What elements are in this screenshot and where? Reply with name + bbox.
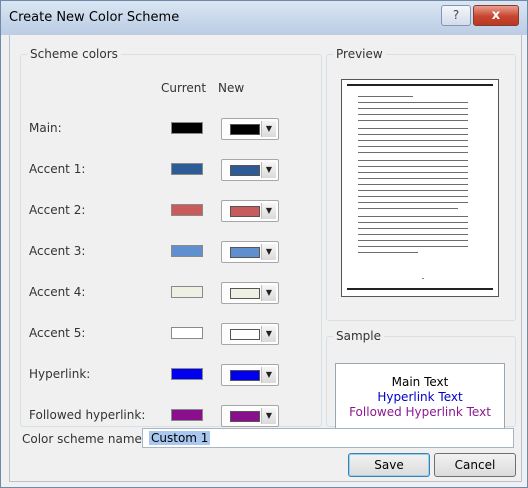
new-color-picker[interactable]: ▼ — [221, 364, 279, 386]
new-color-chip — [230, 329, 260, 340]
current-color-swatch — [171, 122, 203, 134]
cancel-button[interactable]: Cancel — [434, 453, 516, 477]
current-column-header: Current — [161, 81, 207, 95]
new-color-chip — [230, 165, 260, 176]
help-button[interactable]: ? — [441, 5, 471, 26]
sample-main-text: Main Text — [391, 375, 449, 389]
scheme-colors-group: Scheme colors Current New Main: ▼ Accent 1… — [20, 47, 322, 427]
chevron-down-icon[interactable]: ▼ — [261, 203, 276, 219]
preview-text-line — [358, 216, 468, 217]
preview-text-line — [358, 246, 468, 247]
preview-text-line — [358, 240, 468, 241]
color-row-label: Accent 2: — [29, 203, 86, 217]
sample-group: Sample Main Text Hyperlink Text Followed… — [326, 329, 516, 431]
current-color-swatch — [171, 286, 203, 298]
scheme-name-value: Custom 1 — [149, 431, 211, 445]
new-color-chip — [230, 288, 260, 299]
scheme-name-label: Color scheme name: — [22, 432, 146, 446]
preview-text-line — [358, 228, 468, 229]
preview-text-line — [358, 202, 468, 203]
preview-text-line — [358, 222, 468, 223]
new-color-chip — [230, 370, 260, 381]
page-footer-mark — [422, 278, 424, 279]
color-row-label: Accent 3: — [29, 244, 86, 258]
sample-followed-text: Followed Hyperlink Text — [349, 405, 491, 419]
preview-text-line — [358, 108, 468, 109]
new-color-chip — [230, 206, 260, 217]
preview-text-line — [358, 178, 468, 179]
chevron-down-icon[interactable]: ▼ — [261, 367, 276, 383]
preview-group: Preview — [326, 47, 516, 321]
current-color-swatch — [171, 245, 203, 257]
preview-text-line — [358, 252, 418, 253]
preview-text-line — [358, 196, 468, 197]
page-top-rule — [347, 84, 493, 86]
new-color-chip — [230, 124, 260, 135]
chevron-down-icon[interactable]: ▼ — [261, 244, 276, 260]
preview-text-line — [358, 190, 468, 191]
preview-text-line — [358, 140, 468, 141]
color-row-label: Main: — [29, 121, 62, 135]
color-row-label: Accent 4: — [29, 285, 86, 299]
sample-box: Main Text Hyperlink Text Followed Hyperl… — [335, 363, 505, 431]
sample-legend: Sample — [336, 329, 381, 343]
preview-text-line — [358, 134, 468, 135]
current-color-swatch — [171, 409, 203, 421]
save-button[interactable]: Save — [348, 453, 430, 477]
color-row-label: Followed hyperlink: — [29, 408, 146, 422]
chevron-down-icon[interactable]: ▼ — [261, 121, 276, 137]
new-color-picker[interactable]: ▼ — [221, 159, 279, 181]
chevron-down-icon[interactable]: ▼ — [261, 285, 276, 301]
current-color-swatch — [171, 368, 203, 380]
color-row-label: Accent 1: — [29, 162, 86, 176]
title-bar: Create New Color Scheme ? x — [1, 1, 527, 35]
new-color-picker[interactable]: ▼ — [221, 241, 279, 263]
preview-text-line — [358, 120, 468, 121]
preview-text-line — [358, 146, 468, 147]
current-color-swatch — [171, 327, 203, 339]
chevron-down-icon[interactable]: ▼ — [261, 162, 276, 178]
preview-text-line — [358, 160, 468, 161]
preview-legend: Preview — [336, 47, 383, 61]
preview-text-line — [358, 208, 458, 209]
current-color-swatch — [171, 163, 203, 175]
new-color-picker[interactable]: ▼ — [221, 323, 279, 345]
preview-text-line — [358, 166, 468, 167]
scheme-name-input[interactable]: Custom 1 — [142, 428, 514, 448]
page-bottom-rule — [347, 288, 493, 290]
preview-text-line — [358, 152, 468, 153]
chevron-down-icon[interactable]: ▼ — [261, 326, 276, 342]
preview-text-line — [358, 128, 468, 129]
preview-text-line — [358, 96, 413, 97]
create-color-scheme-dialog: Create New Color Scheme ? x Scheme color… — [0, 0, 528, 488]
color-row-label: Accent 5: — [29, 326, 86, 340]
preview-text-line — [358, 234, 468, 235]
close-button[interactable]: x — [473, 5, 519, 26]
new-color-picker[interactable]: ▼ — [221, 118, 279, 140]
new-column-header: New — [218, 81, 245, 95]
new-color-picker[interactable]: ▼ — [221, 200, 279, 222]
preview-text-line — [358, 102, 468, 103]
preview-page — [341, 79, 499, 297]
dialog-body: Scheme colors Current New Main: ▼ Accent 1… — [9, 35, 522, 482]
new-color-chip — [230, 411, 260, 422]
new-color-picker[interactable]: ▼ — [221, 282, 279, 304]
color-row-label: Hyperlink: — [29, 367, 91, 381]
dialog-title: Create New Color Scheme — [9, 10, 180, 25]
preview-text-line — [358, 172, 468, 173]
new-color-picker[interactable]: ▼ — [221, 405, 279, 427]
sample-hyperlink-text: Hyperlink Text — [377, 390, 463, 404]
preview-text-line — [358, 114, 468, 115]
current-color-swatch — [171, 204, 203, 216]
chevron-down-icon[interactable]: ▼ — [261, 408, 276, 424]
new-color-chip — [230, 247, 260, 258]
preview-text-line — [358, 184, 468, 185]
scheme-colors-legend: Scheme colors — [30, 47, 118, 61]
